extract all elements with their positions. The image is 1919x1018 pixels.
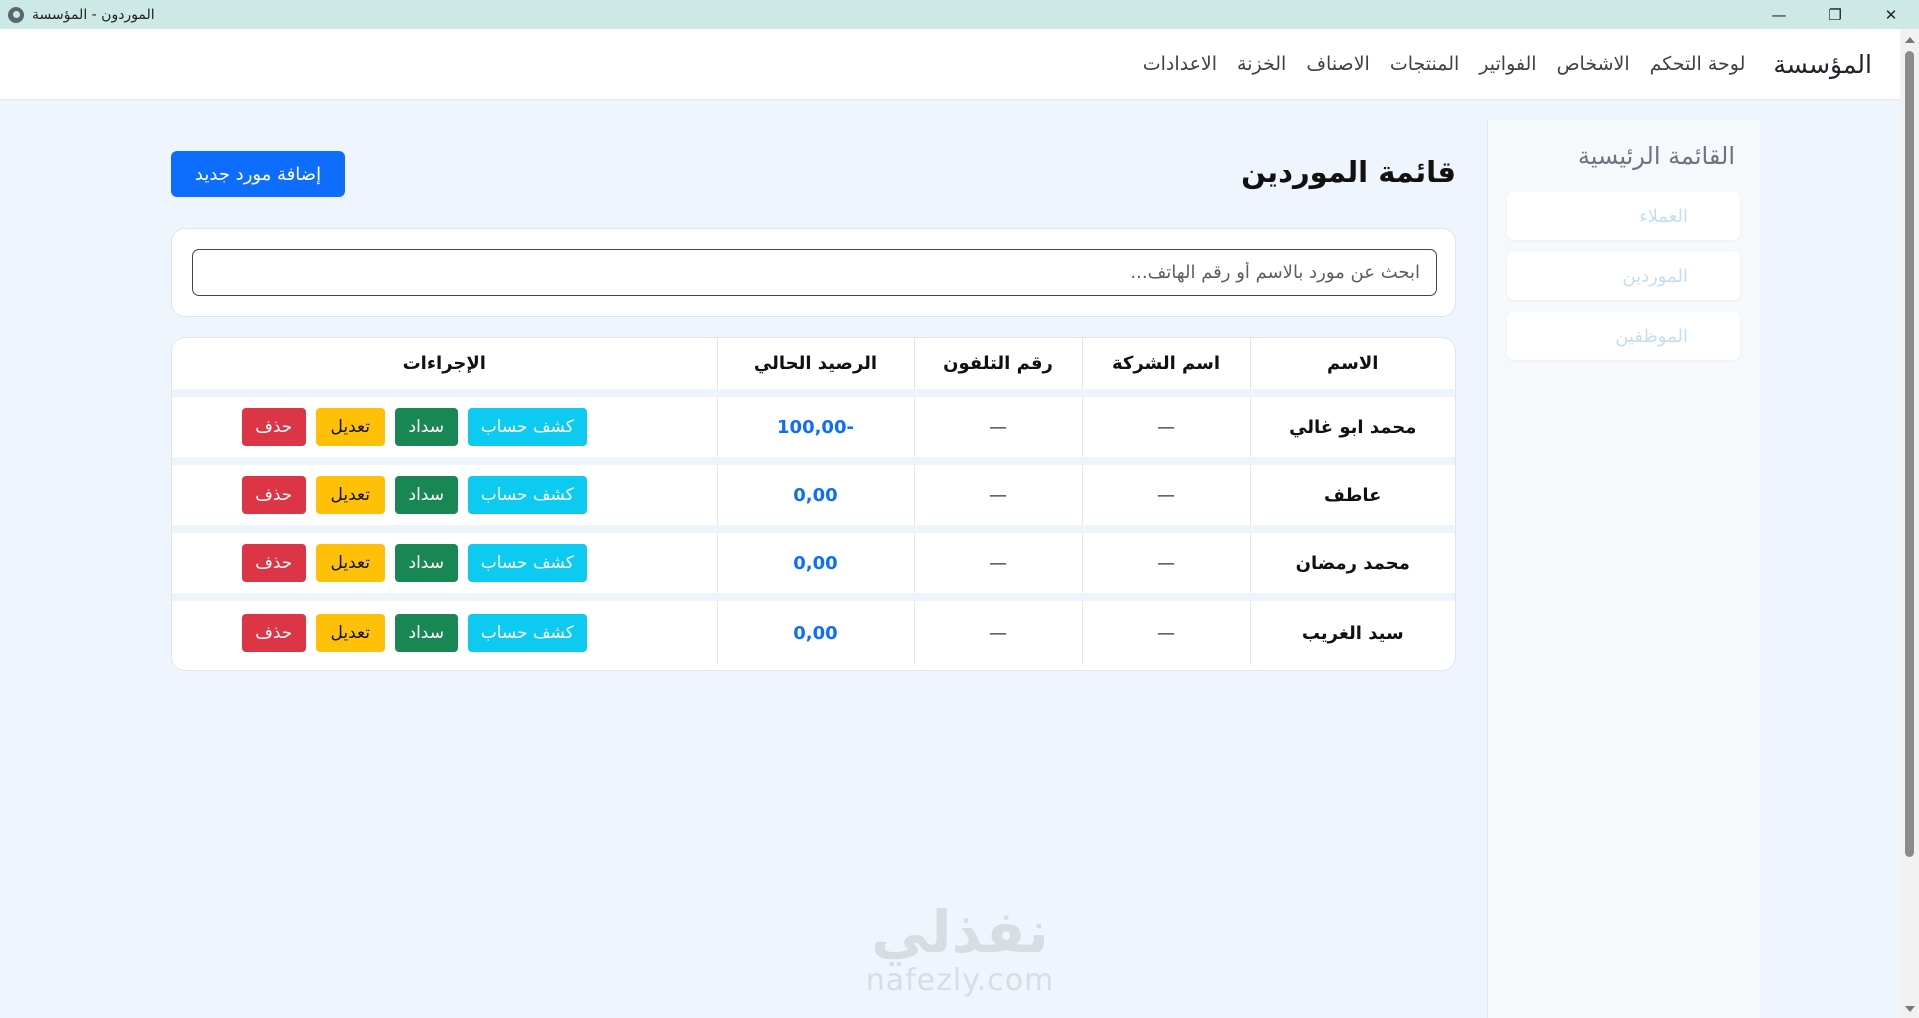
sidebar-item-customers[interactable]: العملاء [1507, 192, 1740, 240]
sidebar-item-employees[interactable]: الموظفين [1507, 312, 1740, 360]
scrollbar-thumb[interactable] [1905, 51, 1914, 857]
sidebar: القائمة الرئيسية العملاء الموردين الموظف… [1487, 120, 1760, 1018]
pay-button[interactable]: سداد [394, 544, 458, 582]
row-actions: كشف حساب سداد تعديل حذف [172, 461, 717, 533]
supplier-company: — [1081, 529, 1250, 601]
delete-button[interactable]: حذف [241, 408, 306, 446]
supplier-company: — [1081, 597, 1250, 665]
window-title: الموردون - المؤسسة [32, 6, 155, 23]
top-navbar: المؤسسة لوحة التحكم الاشخاص الفواتير الم… [0, 29, 1900, 100]
supplier-company: — [1081, 393, 1250, 465]
statement-button[interactable]: كشف حساب [467, 614, 587, 652]
header-name: الاسم [1249, 338, 1455, 397]
titlebar-left: الموردون - المؤسسة [0, 6, 155, 23]
row-actions: كشف حساب سداد تعديل حذف [172, 597, 717, 665]
watermark: نفذلي nafezly.com [850, 900, 1070, 998]
table-row: محمد رمضان — — 0,00 كشف حساب سداد تعديل … [172, 529, 1455, 601]
delete-button[interactable]: حذف [241, 476, 306, 514]
watermark-latin: nafezly.com [865, 963, 1055, 998]
edit-button[interactable]: تعديل [315, 544, 385, 582]
nav-products[interactable]: المنتجات [1390, 53, 1459, 75]
nav-invoices[interactable]: الفواتير [1479, 53, 1536, 75]
table-row: عاطف — — 0,00 كشف حساب سداد تعديل حذف [172, 461, 1455, 533]
actions-group: كشف حساب سداد تعديل حذف [172, 476, 717, 514]
supplier-phone: — [913, 529, 1082, 601]
brand-link[interactable]: المؤسسة [1773, 50, 1872, 79]
window-titlebar: الموردون - المؤسسة — ❐ ✕ [0, 0, 1919, 29]
supplier-balance: -100,00 [716, 393, 914, 465]
delete-button[interactable]: حذف [241, 544, 306, 582]
pay-button[interactable]: سداد [394, 476, 458, 514]
suppliers-table-card: الاسم اسم الشركة رقم التلفون الرصيد الحا… [171, 337, 1456, 671]
statement-button[interactable]: كشف حساب [467, 476, 587, 514]
pay-button[interactable]: سداد [394, 408, 458, 446]
add-supplier-button[interactable]: إضافة مورد جديد [171, 151, 345, 197]
page-title: قائمة الموردين [1241, 155, 1456, 189]
main-content: قائمة الموردين إضافة مورد جديد الاسم اسم… [171, 120, 1456, 671]
actions-group: كشف حساب سداد تعديل حذف [172, 614, 717, 652]
watermark-arabic: نفذلي [871, 898, 1049, 966]
supplier-company: — [1081, 461, 1250, 533]
row-actions: كشف حساب سداد تعديل حذف [172, 529, 717, 601]
table-header-row: الاسم اسم الشركة رقم التلفون الرصيد الحا… [172, 338, 1455, 397]
supplier-balance: 0,00 [716, 529, 914, 601]
nav-treasury[interactable]: الخزنة [1237, 53, 1286, 75]
nav-links: لوحة التحكم الاشخاص الفواتير المنتجات ال… [1143, 53, 1746, 75]
nav-settings[interactable]: الاعدادات [1143, 53, 1217, 75]
close-button[interactable]: ✕ [1863, 0, 1919, 29]
supplier-name: عاطف [1249, 461, 1455, 533]
supplier-name: محمد رمضان [1249, 529, 1455, 601]
row-actions: كشف حساب سداد تعديل حذف [172, 393, 717, 465]
scroll-down-arrow-icon[interactable] [1905, 1006, 1915, 1012]
supplier-phone: — [913, 597, 1082, 665]
edit-button[interactable]: تعديل [315, 614, 385, 652]
nav-dashboard[interactable]: لوحة التحكم [1650, 53, 1746, 75]
search-card [171, 228, 1456, 317]
statement-button[interactable]: كشف حساب [467, 544, 587, 582]
sidebar-title: القائمة الرئيسية [1577, 142, 1735, 170]
actions-group: كشف حساب سداد تعديل حذف [172, 544, 717, 582]
scroll-up-arrow-icon[interactable] [1905, 37, 1915, 43]
supplier-phone: — [913, 393, 1082, 465]
delete-button[interactable]: حذف [241, 614, 306, 652]
table-row: محمد ابو غالي — — -100,00 كشف حساب سداد … [172, 393, 1455, 465]
header-balance: الرصيد الحالي [716, 338, 914, 397]
minimize-button[interactable]: — [1751, 0, 1807, 29]
sidebar-item-suppliers[interactable]: الموردين [1507, 252, 1740, 300]
statement-button[interactable]: كشف حساب [467, 408, 587, 446]
nav-people[interactable]: الاشخاص [1557, 53, 1630, 75]
search-input[interactable] [192, 249, 1437, 296]
supplier-balance: 0,00 [716, 461, 914, 533]
supplier-balance: 0,00 [716, 597, 914, 665]
page-header: قائمة الموردين إضافة مورد جديد [171, 120, 1456, 224]
supplier-name: سيد الغريب [1249, 597, 1455, 665]
restore-button[interactable]: ❐ [1807, 0, 1863, 29]
app-globe-icon [8, 6, 24, 23]
suppliers-table: الاسم اسم الشركة رقم التلفون الرصيد الحا… [172, 338, 1455, 665]
nav-categories[interactable]: الاصناف [1306, 53, 1369, 75]
supplier-phone: — [913, 461, 1082, 533]
header-company: اسم الشركة [1081, 338, 1250, 397]
vertical-scrollbar[interactable] [1900, 29, 1919, 1018]
header-actions: الإجراءات [172, 338, 717, 397]
window-controls: — ❐ ✕ [1751, 0, 1919, 29]
pay-button[interactable]: سداد [394, 614, 458, 652]
header-phone: رقم التلفون [913, 338, 1082, 397]
edit-button[interactable]: تعديل [315, 476, 385, 514]
actions-group: كشف حساب سداد تعديل حذف [172, 408, 717, 446]
edit-button[interactable]: تعديل [315, 408, 385, 446]
supplier-name: محمد ابو غالي [1249, 393, 1455, 465]
table-row: سيد الغريب — — 0,00 كشف حساب سداد تعديل … [172, 597, 1455, 665]
